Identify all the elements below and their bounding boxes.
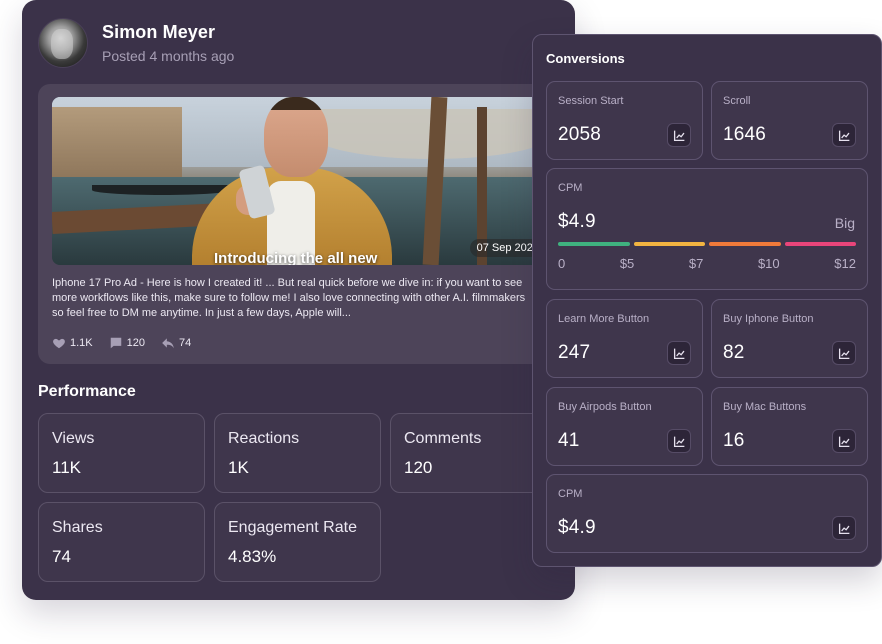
avatar[interactable] [38, 18, 88, 68]
post-description-line: more workflows like this, make sure to f… [52, 292, 526, 304]
stat-label: Reactions [228, 430, 300, 447]
author-name[interactable]: Simon Meyer [102, 22, 234, 43]
cpm-tick: 0 [558, 256, 566, 271]
metric-label: Buy Mac Buttons [723, 401, 807, 413]
cpm-tick: $12 [834, 256, 856, 271]
line-chart-icon [838, 523, 849, 534]
stat-value: 1K [228, 458, 249, 477]
line-chart-icon [673, 348, 684, 359]
post-header: Simon Meyer Posted 4 months ago [38, 18, 234, 68]
comment-count-value: 120 [126, 337, 145, 349]
conversions-panel: Conversions Session Start 2058 Scroll 16… [532, 34, 882, 567]
stat-card-reactions: Reactions 1K [214, 413, 381, 493]
line-chart-icon [673, 436, 684, 447]
line-chart-icon [838, 348, 849, 359]
stat-card-views: Views 11K [38, 413, 205, 493]
metric-label: CPM [558, 182, 583, 194]
thumbnail-building [52, 107, 182, 187]
chart-button[interactable] [832, 123, 856, 147]
share-icon [162, 338, 174, 349]
like-count[interactable]: 1.1K [52, 336, 93, 350]
chart-button[interactable] [832, 516, 856, 540]
post-body: Introducing the all new 07 Sep 2025 Ipho… [38, 84, 575, 364]
metric-value: 247 [558, 342, 591, 363]
chart-button[interactable] [667, 429, 691, 453]
cpm-size-label: Big [834, 215, 855, 231]
metric-value: 82 [723, 342, 745, 363]
metric-label: Scroll [723, 95, 751, 107]
stat-value: 74 [52, 547, 71, 566]
metric-card-session-start: Session Start 2058 [546, 81, 703, 160]
thumbnail-gondola [92, 185, 232, 195]
metric-value: 2058 [558, 124, 602, 145]
stat-card-engagement-rate: Engagement Rate 4.83% [214, 502, 381, 582]
performance-title: Performance [38, 383, 136, 400]
stat-card-shares: Shares 74 [38, 502, 205, 582]
metric-value: $4.9 [558, 211, 596, 232]
metric-value: 1646 [723, 124, 767, 145]
thumbnail-person-head [264, 97, 328, 177]
post-timestamp: Posted 4 months ago [102, 48, 235, 64]
heart-icon [53, 338, 65, 349]
line-chart-icon [673, 130, 684, 141]
comment-icon [110, 337, 121, 349]
stat-value: 4.83% [228, 547, 277, 566]
stat-value: 11K [52, 458, 81, 477]
cpm-segment [558, 242, 630, 246]
reaction-bar: 1.1K 120 74 [52, 336, 191, 350]
share-count[interactable]: 74 [161, 336, 191, 350]
metric-label: Buy Airpods Button [558, 401, 652, 413]
stat-label: Engagement Rate [228, 519, 357, 536]
metric-card-learn-more-button: Learn More Button 247 [546, 299, 703, 378]
chart-button[interactable] [667, 341, 691, 365]
metric-label: Session Start [558, 95, 624, 107]
metric-card-cpm: CPM $4.9 [546, 474, 868, 553]
cpm-scale-card: CPM $4.9 Big 0 $5 $7 $10 $12 [546, 168, 868, 290]
cpm-scale-bar [558, 242, 856, 246]
metric-card-buy-mac-buttons: Buy Mac Buttons 16 [711, 387, 868, 466]
post-description: Iphone 17 Pro Ad - Here is how I created… [52, 276, 552, 321]
share-count-value: 74 [179, 337, 192, 349]
line-chart-icon [838, 436, 849, 447]
cpm-segment [709, 242, 781, 246]
cpm-tick: $10 [757, 256, 780, 271]
metric-value: $4.9 [558, 517, 596, 538]
chart-button[interactable] [832, 429, 856, 453]
metric-label: CPM [558, 488, 583, 500]
stat-label: Comments [404, 430, 482, 447]
post-description-line: Iphone 17 Pro Ad - Here is how I created… [52, 277, 523, 289]
post-card: Simon Meyer Posted 4 months ago Introduc… [22, 0, 575, 600]
metric-label: Learn More Button [558, 313, 650, 325]
metric-label: Buy Iphone Button [723, 313, 814, 325]
post-video-thumbnail[interactable]: Introducing the all new 07 Sep 2025 [52, 97, 552, 265]
metric-card-buy-airpods-button: Buy Airpods Button 41 [546, 387, 703, 466]
cpm-tick: $7 [688, 256, 704, 271]
metric-value: 41 [558, 430, 580, 451]
cpm-tick: $5 [619, 256, 635, 271]
conversions-title: Conversions [546, 51, 625, 66]
author-block: Simon Meyer Posted 4 months ago [102, 22, 234, 64]
cpm-segment [784, 242, 856, 246]
stat-value: 120 [404, 458, 433, 477]
metric-value: 16 [723, 430, 745, 451]
line-chart-icon [838, 130, 849, 141]
stat-label: Views [52, 430, 95, 447]
like-count-value: 1.1K [70, 337, 93, 349]
video-caption: Introducing the all new [214, 250, 378, 265]
cpm-segment [633, 242, 705, 246]
metric-card-scroll: Scroll 1646 [711, 81, 868, 160]
comment-count[interactable]: 120 [109, 336, 145, 350]
chart-button[interactable] [667, 123, 691, 147]
metric-card-buy-iphone-button: Buy Iphone Button 82 [711, 299, 868, 378]
cpm-scale-ticks: 0 $5 $7 $10 $12 [558, 256, 856, 271]
stat-label: Shares [52, 519, 103, 536]
chart-button[interactable] [832, 341, 856, 365]
post-description-line: so feel free to DM me anytime. In just a… [52, 307, 351, 319]
